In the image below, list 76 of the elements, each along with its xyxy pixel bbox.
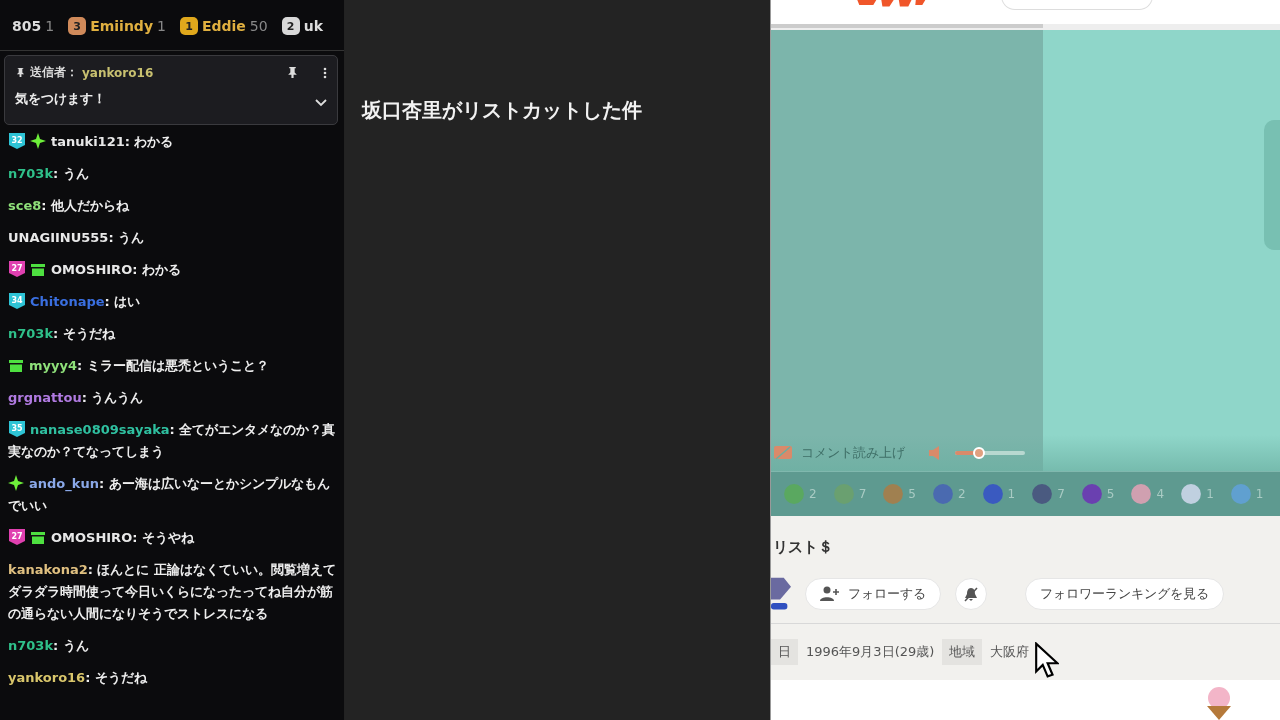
gift-item-icon[interactable]: [1130, 483, 1153, 505]
pinned-user: yankoro16: [82, 65, 154, 80]
pin-icon: [15, 67, 26, 78]
subscriber-badge: 35: [8, 420, 26, 438]
subscriber-badge: 27: [8, 528, 26, 546]
gift-item-icon[interactable]: [783, 483, 805, 505]
info-value: 大阪府: [990, 643, 1030, 661]
leader-name: uk: [303, 18, 323, 34]
info-value: 1996年9月3日(29歳): [806, 643, 935, 661]
follow-button[interactable]: フォローする: [805, 578, 941, 610]
more-icon[interactable]: [323, 66, 327, 79]
gift-count: 7: [1057, 487, 1065, 501]
gift-icon: [8, 357, 24, 373]
chat-message: 32 tanuki121: わかる: [8, 131, 336, 153]
leader-name: 805: [12, 18, 42, 34]
mouse-cursor-icon: [1033, 642, 1059, 678]
gift-count: 7: [858, 487, 867, 501]
chat-message: 27 OMOSHIRO: わかる: [8, 259, 336, 281]
gift-item-icon[interactable]: [1031, 483, 1054, 505]
gift-item-icon[interactable]: [1180, 483, 1203, 505]
gift-count: 2: [809, 487, 817, 501]
leader-name: Eddie: [201, 18, 246, 34]
gift-count: 5: [1106, 487, 1115, 501]
gift-item-icon[interactable]: [1080, 483, 1103, 505]
chat-message: 27 OMOSHIRO: そうやね: [8, 527, 336, 549]
chevron-icon[interactable]: [315, 99, 327, 107]
chat-message: myyy4: ミラー配信は悪禿ということ？: [8, 355, 336, 377]
gift-icon: [30, 261, 46, 277]
pinned-label: 送信者：: [30, 64, 78, 81]
gift-count: 1: [1007, 487, 1016, 501]
pin-icon[interactable]: [286, 66, 299, 79]
rank-medal: 2: [281, 17, 300, 35]
rank-medal: 1: [179, 17, 198, 35]
gift-count: 1: [1206, 487, 1214, 501]
chat-message: n703k: うん: [8, 165, 90, 183]
sparkle-icon: [8, 475, 24, 491]
leader-count: 1: [45, 18, 55, 34]
profile-name: リスト＄: [772, 537, 834, 557]
subscriber-badge: 32: [8, 132, 26, 150]
gift-count: 1: [1255, 487, 1264, 501]
gift-icon: [30, 529, 46, 545]
gift-item-icon[interactable]: [882, 483, 905, 505]
comment-icon[interactable]: [773, 445, 793, 461]
follower-ranking-button[interactable]: フォロワーランキングを見る: [1025, 578, 1224, 610]
info-tag: 日: [771, 639, 798, 665]
muted-bell-icon: [963, 586, 979, 602]
leader-count: 1: [157, 18, 166, 34]
leader-name: Emiindy: [90, 18, 154, 34]
gift-count: 2: [957, 487, 966, 501]
subscriber-badge: 27: [8, 260, 26, 278]
pinned-text: 気をつけます！: [15, 90, 106, 108]
gift-item-icon[interactable]: [1229, 483, 1252, 505]
chat-message: kanakona2: ほんとに 正論はなくていい。閲覧増えてダラダラ時間使って今日いくらになったってね自分が筋の通らない人間になりそうでストレスになる: [8, 561, 336, 623]
chat-message: sce8: 他人だからね: [8, 197, 131, 215]
add-user-icon: [820, 586, 840, 602]
chat-message: 35 nanase0809sayaka: 全てがエンタメなのか？真実なのか？てなってしまう: [8, 419, 336, 463]
chat-message: n703k: そうだね: [8, 325, 116, 343]
gift-item-icon[interactable]: [832, 483, 855, 505]
subscriber-badge: 34: [8, 292, 26, 310]
gift-count: 4: [1156, 487, 1165, 501]
chat-message: 34 Chitonape: はい: [8, 291, 336, 313]
chat-message: grgnattou: うんうん: [8, 389, 145, 407]
scroll-thumb[interactable]: [771, 24, 1043, 28]
gift-item-icon[interactable]: [931, 483, 954, 505]
rank-medal: 3: [68, 17, 87, 35]
chat-message: UNAGIINU555: うん: [8, 229, 146, 247]
mute-bell-button[interactable]: [955, 578, 987, 610]
leader-count: 50: [249, 18, 268, 34]
gift-count: 5: [908, 487, 916, 501]
chat-message: n703k: うん: [8, 637, 90, 655]
sparkle-icon: [30, 133, 46, 149]
headline: 坂口杏里がリストカットした件: [362, 97, 643, 124]
gift-item-icon[interactable]: [981, 483, 1004, 505]
info-tag: 地域: [942, 639, 983, 665]
chat-message: yankoro16: そうだね: [8, 669, 148, 687]
chat-message: ando_kun: あー海は広いなーとかシンプルなもんでいい: [8, 474, 331, 515]
